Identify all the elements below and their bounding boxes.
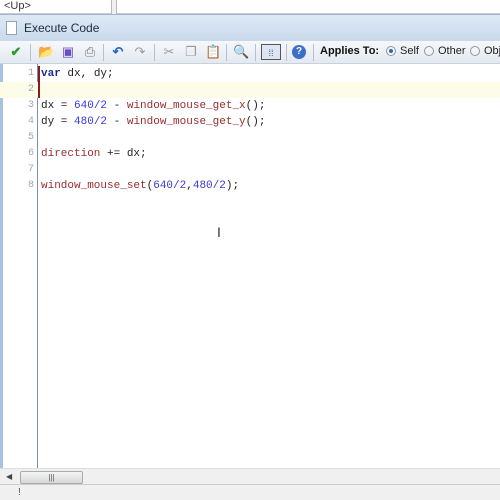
- code-token: var: [41, 68, 61, 80]
- code-token: );: [225, 180, 240, 192]
- code-token: -: [107, 100, 127, 112]
- line-number: 1: [27, 68, 34, 79]
- background-window: <Up>: [0, 0, 500, 14]
- code-token: 480/2: [74, 116, 108, 128]
- code-token: 640/2: [153, 180, 187, 192]
- code-line[interactable]: 7: [0, 162, 500, 178]
- divider: [30, 44, 31, 61]
- scroll-left-icon[interactable]: ◀: [6, 472, 12, 481]
- title-bar: Execute Code: [0, 14, 500, 41]
- object-label: Obj: [484, 45, 500, 57]
- line-number: 8: [27, 180, 34, 191]
- code-line[interactable]: 3 dx = 640/2 - window_mouse_get_x();: [0, 98, 500, 114]
- change-marker: [38, 66, 40, 82]
- code-token: ();: [245, 116, 266, 128]
- scrollbar-thumb[interactable]: |||: [20, 471, 83, 484]
- code-token: direction: [41, 148, 101, 160]
- code-token: dx, dy;: [60, 68, 114, 80]
- code-token: dy =: [41, 116, 75, 128]
- code-line[interactable]: 5: [0, 130, 500, 146]
- divider: [154, 44, 155, 61]
- line-number: 5: [27, 132, 34, 143]
- code-token: += dx;: [100, 148, 147, 160]
- code-token: window_mouse_get_x: [126, 100, 246, 112]
- code-text: window_mouse_set(640/2,480/2);: [41, 178, 239, 194]
- save-icon[interactable]: ▣: [60, 44, 76, 60]
- divider: [226, 44, 227, 61]
- divider: [103, 44, 104, 61]
- self-radio[interactable]: [386, 46, 396, 56]
- self-label: Self: [400, 45, 419, 57]
- code-token: ,: [186, 180, 193, 192]
- code-text: dy = 480/2 - window_mouse_get_y();: [41, 114, 265, 130]
- splitter[interactable]: [111, 0, 117, 14]
- document-icon: [6, 21, 17, 35]
- find-icon[interactable]: 🔍: [233, 44, 249, 60]
- line-number: 3: [27, 100, 34, 111]
- status-text: !: [18, 487, 21, 498]
- code-token: window_mouse_set: [41, 180, 147, 192]
- status-bar: !: [0, 484, 500, 500]
- code-editor[interactable]: 1 var dx, dy; 2 3 dx = 640/2 - window_mouse_…: [0, 64, 500, 468]
- line-number: 2: [27, 84, 34, 95]
- code-text: direction += dx;: [41, 146, 147, 162]
- code-token: ();: [245, 100, 266, 112]
- line-number: 4: [27, 116, 34, 127]
- change-marker: [38, 82, 40, 98]
- object-radio[interactable]: [470, 46, 480, 56]
- other-radio[interactable]: [424, 46, 434, 56]
- undo-icon[interactable]: ↶: [110, 44, 126, 60]
- code-line[interactable]: 1 var dx, dy;: [0, 66, 500, 82]
- copy-icon[interactable]: ❐: [183, 44, 199, 60]
- code-token: -: [107, 116, 127, 128]
- code-token: 640/2: [74, 100, 108, 112]
- redo-icon[interactable]: ↷: [132, 44, 148, 60]
- code-line[interactable]: 6 direction += dx;: [0, 146, 500, 162]
- code-token: dx =: [41, 100, 75, 112]
- help-icon[interactable]: ?: [292, 45, 306, 59]
- open-icon[interactable]: 📂: [38, 44, 54, 60]
- horizontal-scrollbar[interactable]: ◀ |||: [0, 468, 500, 484]
- code-text: var dx, dy;: [41, 66, 114, 82]
- code-line[interactable]: 8 window_mouse_set(640/2,480/2);: [0, 178, 500, 194]
- divider: [313, 44, 314, 61]
- code-token: window_mouse_get_y: [126, 116, 246, 128]
- divider: [286, 44, 287, 61]
- toolbar: ✔ 📂 ▣ ⎙ ↶ ↷ ✂ ❐ 📋 🔍 ⁞⁞ ? Applies To: Sel…: [0, 41, 500, 64]
- other-label: Other: [438, 45, 466, 57]
- code-text: dx = 640/2 - window_mouse_get_x();: [41, 98, 265, 114]
- applies-to-label: Applies To:: [320, 45, 380, 57]
- snippets-icon[interactable]: ⁞⁞: [261, 44, 281, 60]
- cut-icon[interactable]: ✂: [161, 44, 177, 60]
- paste-icon[interactable]: 📋: [205, 44, 221, 60]
- print-icon[interactable]: ⎙: [82, 44, 98, 60]
- up-folder-item[interactable]: <Up>: [4, 0, 31, 12]
- window-title: Execute Code: [24, 21, 100, 35]
- line-number: 7: [27, 164, 34, 175]
- line-number: 6: [27, 148, 34, 159]
- code-line[interactable]: 4 dy = 480/2 - window_mouse_get_y();: [0, 114, 500, 130]
- text-cursor-icon: I: [217, 224, 221, 240]
- check-icon[interactable]: ✔: [8, 44, 24, 60]
- divider: [255, 44, 256, 61]
- code-token: 480/2: [192, 180, 226, 192]
- code-line[interactable]: 2: [0, 82, 500, 98]
